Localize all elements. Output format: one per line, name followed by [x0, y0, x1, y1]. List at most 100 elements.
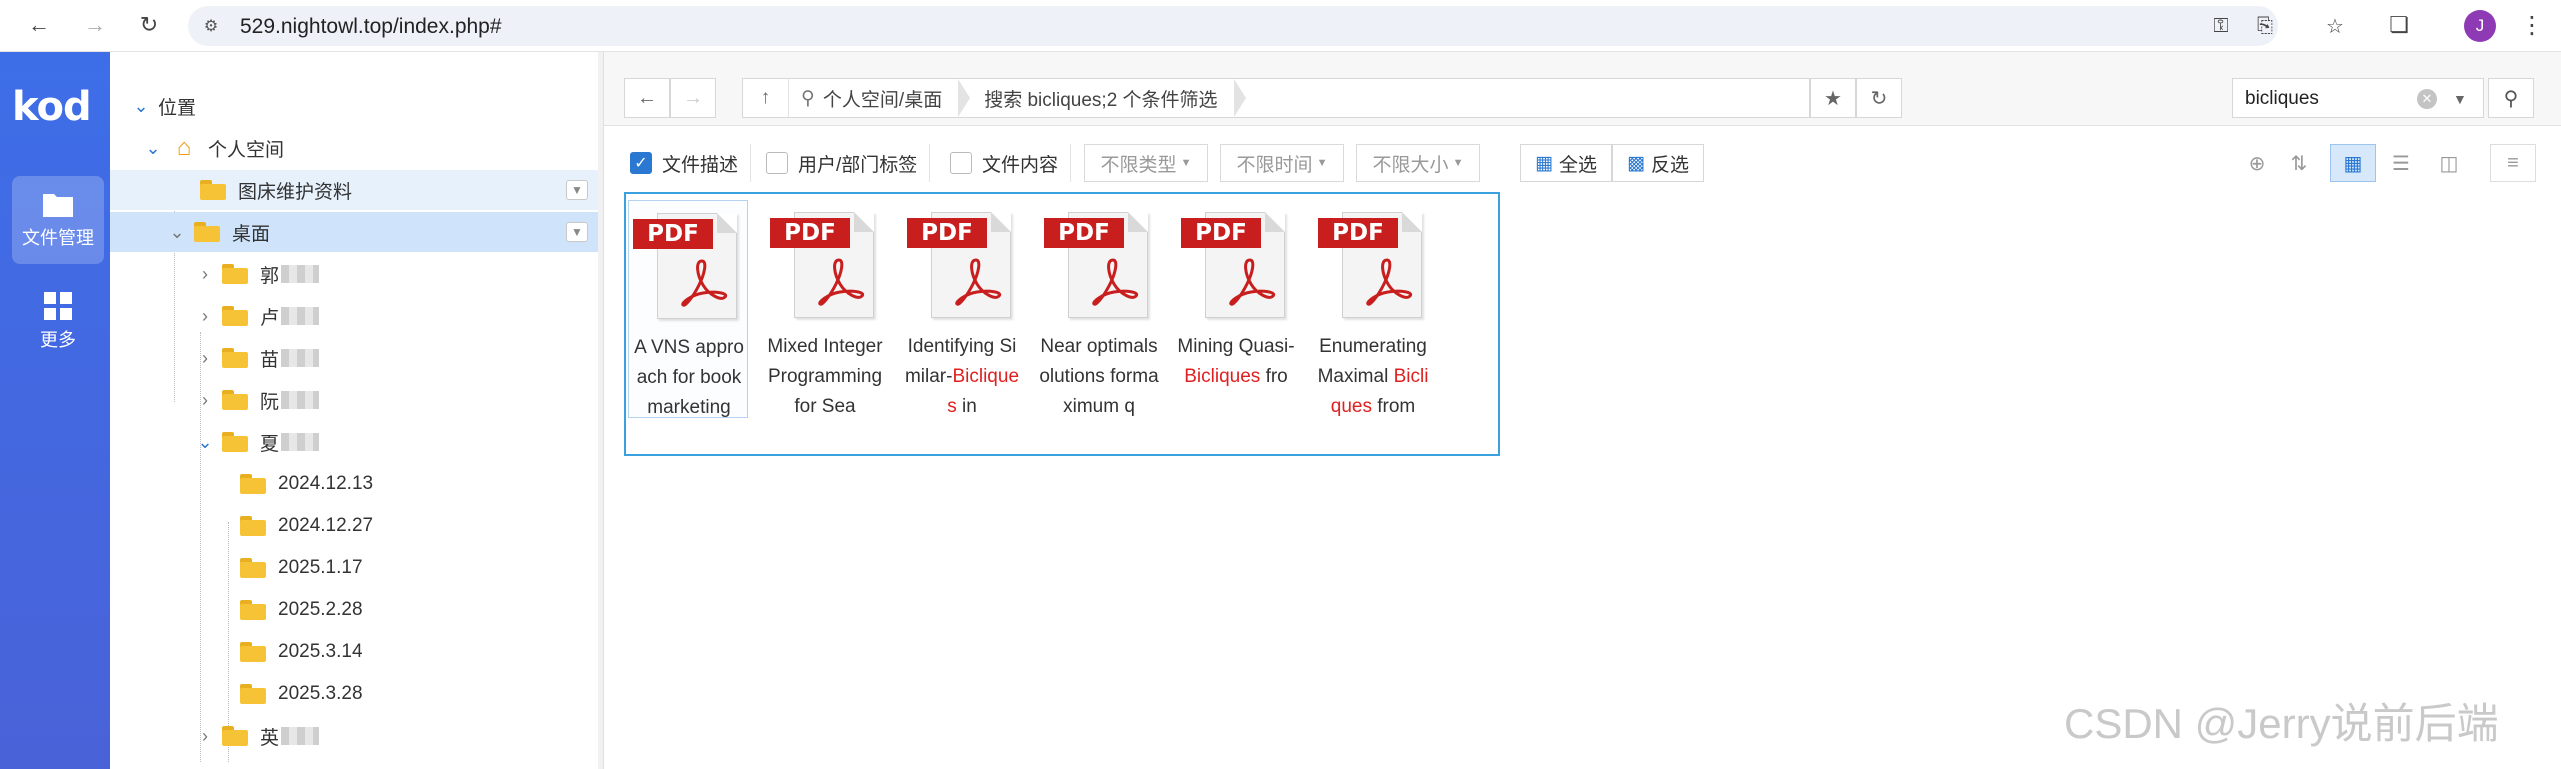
star-icon[interactable]: ☆: [2322, 14, 2348, 38]
select-all-button[interactable]: ▦ 全选: [1520, 144, 1612, 182]
file-name: Identifying Similar-Bicliques in: [902, 332, 1022, 424]
refresh-button[interactable]: ↻: [1856, 78, 1902, 118]
tree-item[interactable]: 2025.3.14: [110, 632, 598, 672]
menu-icon[interactable]: ⋮: [2520, 12, 2544, 40]
site-info-icon[interactable]: ⚙: [200, 15, 222, 37]
file-name-text: from: [1371, 396, 1416, 417]
clear-icon[interactable]: ✕: [2417, 89, 2437, 109]
file-item[interactable]: PDF Near optimalsolutions formaximum q: [1039, 200, 1159, 418]
address-bar[interactable]: ⚙ 529.nightowl.top/index.php# ⚿ ⎘ ☆: [188, 6, 2344, 46]
checkbox-icon[interactable]: [766, 152, 788, 174]
tree-item-desktop[interactable]: ⌄ 桌面 ▼: [110, 212, 598, 252]
tree-item[interactable]: › 苗: [110, 338, 598, 378]
breadcrumb-item[interactable]: ⚲ 个人空间/桌面: [789, 79, 972, 117]
split-view-icon[interactable]: ◫: [2426, 144, 2472, 182]
chevron-right-icon[interactable]: ›: [194, 725, 216, 747]
extensions-icon[interactable]: ❏: [2384, 10, 2414, 40]
up-button[interactable]: ↑: [743, 79, 789, 117]
forward-button[interactable]: →: [670, 78, 716, 118]
arrow-right-icon: →: [683, 86, 703, 109]
file-item[interactable]: PDF Identifying Similar-Bicliques in: [902, 200, 1022, 418]
file-name-text: A VNS appr: [634, 337, 734, 358]
search-highlight: Bic: [1393, 366, 1420, 387]
tree-item[interactable]: › 郭: [110, 254, 598, 294]
filter-file-content[interactable]: 文件内容: [950, 144, 1072, 182]
list-view-icon[interactable]: ☰: [2378, 144, 2424, 182]
chevron-down-icon[interactable]: ⌄: [166, 221, 188, 243]
back-icon[interactable]: ←: [24, 10, 54, 40]
chevron-right-icon[interactable]: ›: [194, 347, 216, 369]
time-filter-dropdown[interactable]: 不限时间 ▼: [1220, 144, 1344, 182]
icon-view-icon[interactable]: ▦: [2330, 144, 2376, 182]
acrobat-icon: [955, 258, 1002, 306]
tree-item[interactable]: 2024.12.27: [110, 506, 598, 546]
reload-icon[interactable]: ↻: [134, 10, 164, 40]
tree-label: 2025.3.14: [278, 641, 363, 662]
tree-item-personal-space[interactable]: ⌄ ⌂ 个人空间: [110, 128, 598, 168]
filter-label: 文件内容: [982, 154, 1059, 176]
tree-item[interactable]: ⌄ 夏: [110, 422, 598, 462]
tree-item[interactable]: 图床维护资料 ▼: [110, 170, 598, 210]
file-name: Near optimalsolutions formaximum q: [1039, 332, 1159, 424]
chevron-down-icon[interactable]: ⌄: [130, 95, 152, 117]
folder-icon: [194, 222, 220, 242]
chevron-right-icon[interactable]: ›: [194, 389, 216, 411]
file-item[interactable]: PDF EnumeratingMaximal Bicliques from: [1313, 200, 1433, 418]
tree-label: 2024.12.27: [278, 515, 374, 536]
favorite-button[interactable]: ★: [1810, 78, 1856, 118]
file-name: EnumeratingMaximal Bicliques from: [1313, 332, 1433, 424]
tree-item[interactable]: › 英: [110, 716, 598, 756]
chevron-right-icon[interactable]: ›: [194, 263, 216, 285]
acrobat-icon: [1229, 258, 1276, 306]
search-button[interactable]: ⚲: [2488, 78, 2534, 118]
file-type-badge: PDF: [907, 218, 987, 248]
tree-root-location[interactable]: ⌄ 位置: [110, 86, 598, 126]
file-item[interactable]: PDF Mixed Integer Programming for Sea: [765, 200, 885, 418]
type-filter-dropdown[interactable]: 不限类型 ▼: [1084, 144, 1208, 182]
sort-icon[interactable]: ⇅: [2276, 144, 2322, 182]
file-name-text: fro: [1260, 366, 1288, 387]
invert-icon: ▩: [1627, 152, 1645, 174]
file-item[interactable]: PDF A VNS approach for book marketing: [628, 200, 748, 418]
tree-item[interactable]: 2025.3.28: [110, 674, 598, 714]
tree-label: 2025.3.28: [278, 683, 363, 704]
file-type-badge: PDF: [633, 219, 713, 249]
filter-toolbar: ✓ 文件描述 用户/部门标签 文件内容 不限类型 ▼ 不限时间 ▼ 不限大小 ▼ ▦ 全…: [604, 136, 2561, 190]
install-icon[interactable]: ⎘: [2252, 14, 2278, 38]
back-button[interactable]: ←: [624, 78, 670, 118]
url-text[interactable]: 529.nightowl.top/index.php#: [240, 15, 502, 39]
rail-item-file-manager[interactable]: 文件管理: [12, 176, 104, 264]
checkbox-checked-icon[interactable]: ✓: [630, 152, 652, 174]
folder-icon: [240, 558, 266, 578]
breadcrumb-item[interactable]: 搜索 bicliques;2 个条件筛选: [972, 79, 1247, 117]
filter-label: 用户/部门标签: [798, 154, 918, 176]
search-input[interactable]: [2243, 87, 2413, 111]
chevron-down-icon[interactable]: ⌄: [194, 431, 216, 453]
tree-item[interactable]: › 阮: [110, 380, 598, 420]
sidebar-toggle-icon[interactable]: ≡: [2490, 144, 2536, 182]
chevron-down-icon[interactable]: ▼: [566, 180, 588, 200]
tree-item[interactable]: 2024.12.13: [110, 464, 598, 504]
profile-avatar[interactable]: J: [2464, 10, 2496, 42]
chevron-down-icon[interactable]: ▼: [566, 222, 588, 242]
file-item[interactable]: PDF Mining Quasi- Bicliques fro: [1176, 200, 1296, 418]
file-name-text: Identifying S: [907, 336, 1013, 357]
chevron-right-icon[interactable]: ›: [194, 305, 216, 327]
rail-item-more[interactable]: 更多: [12, 278, 104, 366]
tree-item[interactable]: › 卢: [110, 296, 598, 336]
chevron-down-icon[interactable]: ▼: [2453, 91, 2467, 107]
tree-item[interactable]: 2025.1.17: [110, 548, 598, 588]
filter-file-desc[interactable]: ✓ 文件描述: [630, 144, 752, 182]
key-icon[interactable]: ⚿: [2208, 14, 2234, 38]
zoom-icon[interactable]: ⊕: [2234, 144, 2280, 182]
checkbox-icon[interactable]: [950, 152, 972, 174]
file-type-badge: PDF: [1044, 218, 1124, 248]
chevron-down-icon[interactable]: ⌄: [142, 137, 164, 159]
tree-item[interactable]: 2025.2.28: [110, 590, 598, 630]
file-name-text: Enumerating: [1319, 336, 1427, 357]
filter-user-tag[interactable]: 用户/部门标签: [766, 144, 931, 182]
refresh-icon: ↻: [1870, 87, 1888, 110]
forward-icon[interactable]: →: [80, 10, 110, 40]
invert-selection-button[interactable]: ▩ 反选: [1612, 144, 1704, 182]
size-filter-dropdown[interactable]: 不限大小 ▼: [1356, 144, 1480, 182]
